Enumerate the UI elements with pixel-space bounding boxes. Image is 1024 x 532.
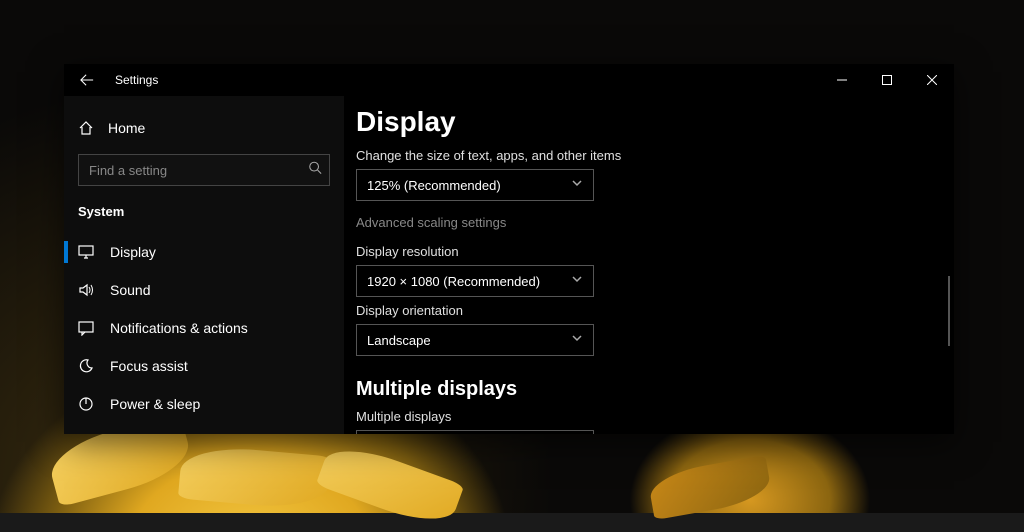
scale-dropdown[interactable]: 125% (Recommended) bbox=[356, 169, 594, 201]
advanced-scaling-link[interactable]: Advanced scaling settings bbox=[356, 215, 506, 230]
sidebar-item-label: Power & sleep bbox=[110, 396, 200, 412]
chevron-down-icon bbox=[571, 272, 583, 290]
chevron-down-icon bbox=[571, 331, 583, 349]
sidebar-item-sound[interactable]: Sound bbox=[64, 271, 344, 309]
orientation-label: Display orientation bbox=[356, 303, 934, 318]
home-link[interactable]: Home bbox=[64, 110, 344, 146]
window-title: Settings bbox=[115, 73, 158, 87]
resolution-label: Display resolution bbox=[356, 244, 934, 259]
monitor-icon bbox=[78, 244, 94, 260]
arrow-left-icon bbox=[80, 73, 94, 87]
sidebar-item-label: Sound bbox=[110, 282, 150, 298]
multiple-displays-label: Multiple displays bbox=[356, 409, 934, 424]
multiple-displays-dropdown[interactable]: Extend these displays bbox=[356, 430, 594, 434]
close-button[interactable] bbox=[909, 64, 954, 96]
sidebar: Home System Display bbox=[64, 96, 344, 434]
home-icon bbox=[78, 120, 94, 136]
maximize-button[interactable] bbox=[864, 64, 909, 96]
speaker-icon bbox=[78, 282, 94, 298]
scrollbar[interactable] bbox=[948, 276, 950, 346]
chevron-down-icon bbox=[571, 176, 583, 194]
close-icon bbox=[927, 75, 937, 85]
sidebar-item-display[interactable]: Display bbox=[64, 233, 344, 271]
minimize-button[interactable] bbox=[819, 64, 864, 96]
sidebar-item-label: Display bbox=[110, 244, 156, 260]
page-title: Display bbox=[356, 106, 934, 138]
back-button[interactable] bbox=[77, 70, 97, 90]
maximize-icon bbox=[882, 75, 892, 85]
titlebar: Settings bbox=[64, 64, 954, 96]
power-icon bbox=[78, 396, 94, 412]
settings-window: Settings Home bbox=[64, 64, 954, 434]
search-field[interactable] bbox=[78, 154, 330, 186]
category-label: System bbox=[64, 196, 344, 233]
scale-value: 125% (Recommended) bbox=[367, 178, 501, 193]
orientation-value: Landscape bbox=[367, 333, 431, 348]
resolution-dropdown[interactable]: 1920 × 1080 (Recommended) bbox=[356, 265, 594, 297]
message-icon bbox=[78, 320, 94, 336]
window-controls bbox=[819, 64, 954, 96]
search-input[interactable] bbox=[78, 154, 330, 186]
home-label: Home bbox=[108, 120, 145, 136]
minimize-icon bbox=[837, 75, 847, 85]
sidebar-item-label: Focus assist bbox=[110, 358, 188, 374]
sidebar-item-notifications[interactable]: Notifications & actions bbox=[64, 309, 344, 347]
sidebar-item-label: Notifications & actions bbox=[110, 320, 248, 336]
sidebar-item-power[interactable]: Power & sleep bbox=[64, 385, 344, 423]
orientation-dropdown[interactable]: Landscape bbox=[356, 324, 594, 356]
nav-list: Display Sound Notifications & actions bbox=[64, 233, 344, 423]
moon-icon bbox=[78, 358, 94, 374]
content-area: Display Change the size of text, apps, a… bbox=[344, 96, 954, 434]
scale-label: Change the size of text, apps, and other… bbox=[356, 148, 934, 163]
resolution-value: 1920 × 1080 (Recommended) bbox=[367, 274, 540, 289]
multiple-displays-title: Multiple displays bbox=[356, 378, 934, 401]
sidebar-item-focus-assist[interactable]: Focus assist bbox=[64, 347, 344, 385]
